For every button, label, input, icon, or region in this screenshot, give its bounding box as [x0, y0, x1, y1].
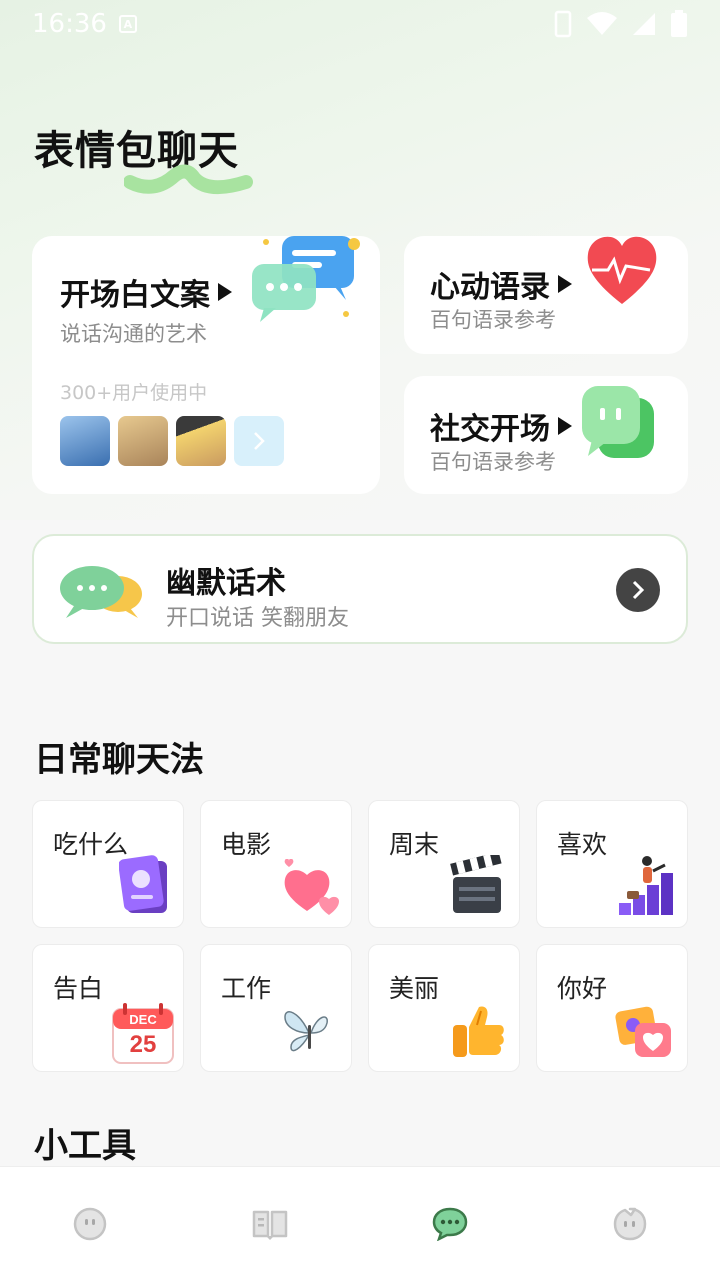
signal-icon — [633, 13, 655, 35]
tile-label: 美丽 — [389, 974, 440, 1003]
title-swoosh-decoration — [124, 164, 253, 195]
bottom-navigation — [0, 1166, 720, 1280]
play-arrow-icon — [558, 417, 572, 435]
menu-book-icon — [119, 855, 167, 913]
tile-beautiful[interactable]: 美丽 — [368, 944, 520, 1072]
clapperboard-icon — [450, 855, 502, 913]
tile-label: 告白 — [53, 974, 104, 1003]
users-count: 300+用户使用中 — [60, 382, 208, 404]
tile-label: 工作 — [221, 974, 272, 1003]
tools-title: 小工具 — [34, 1126, 136, 1166]
tile-label: 喜欢 — [557, 830, 608, 859]
chat-icon — [432, 1207, 468, 1241]
face-icon — [73, 1207, 107, 1240]
chevron-right-icon — [254, 432, 265, 450]
more-users-button[interactable] — [234, 416, 284, 466]
growth-chart-icon — [619, 856, 673, 915]
social-opening-subtitle: 百句语录参考 — [430, 450, 556, 474]
speech-bubbles-icon — [60, 566, 142, 618]
humor-go-button[interactable] — [616, 568, 660, 612]
tile-eat[interactable]: 吃什么 — [32, 800, 184, 928]
calendar-icon: DEC 25 — [109, 1003, 177, 1065]
opening-lines-subtitle: 说话沟通的艺术 — [60, 322, 207, 346]
avatar — [118, 416, 168, 466]
status-time: 16:36 — [32, 9, 107, 39]
avatar — [60, 416, 110, 466]
nav-library[interactable] — [225, 1184, 315, 1264]
butterfly-icon — [284, 1011, 328, 1052]
wifi-icon — [587, 12, 617, 35]
tile-label: 电影 — [221, 830, 272, 859]
tile-label: 你好 — [557, 974, 608, 1003]
calendar-day: 25 — [129, 1031, 157, 1058]
daily-chat-title: 日常聊天法 — [34, 740, 204, 780]
heartbeat-quotes-subtitle: 百句语录参考 — [430, 308, 556, 332]
photo-heart-icon — [615, 1006, 671, 1057]
play-arrow-icon — [218, 283, 232, 301]
nav-chat[interactable] — [405, 1184, 495, 1264]
thumbs-up-icon — [453, 1006, 504, 1057]
tile-weekend[interactable]: 周末 — [368, 800, 520, 928]
tile-movie[interactable]: 电影 — [200, 800, 352, 928]
phone-icon — [554, 10, 572, 38]
tile-like[interactable]: 喜欢 — [536, 800, 688, 928]
play-arrow-icon — [558, 275, 572, 293]
nav-emoji[interactable] — [45, 1184, 135, 1264]
user-avatars — [60, 416, 284, 466]
calendar-month: DEC — [129, 1012, 157, 1027]
nav-profile[interactable] — [585, 1184, 675, 1264]
tile-hello[interactable]: 你好 — [536, 944, 688, 1072]
battery-icon — [671, 10, 687, 37]
social-opening-title: 社交开场 — [430, 412, 550, 447]
tile-confess[interactable]: 告白 DEC 25 — [32, 944, 184, 1072]
book-icon — [252, 1210, 288, 1240]
heartbeat-quotes-title: 心动语录 — [430, 270, 550, 305]
chat-bubbles-icon — [252, 236, 360, 322]
humor-talk-card[interactable]: 幽默话术 开口说话 笑翻朋友 — [32, 534, 688, 644]
chevron-right-icon — [632, 580, 645, 600]
status-bar: 16:36 A — [0, 0, 720, 48]
hearts-icon — [284, 859, 339, 915]
opening-lines-title: 开场白文案 — [60, 278, 210, 313]
profile-icon — [613, 1207, 647, 1240]
a-badge-icon: A — [118, 15, 137, 33]
tile-work[interactable]: 工作 — [200, 944, 352, 1072]
heart-icon — [587, 236, 657, 304]
message-icon — [582, 386, 654, 458]
humor-talk-subtitle: 开口说话 笑翻朋友 — [166, 606, 349, 631]
tile-label: 周末 — [389, 830, 440, 859]
humor-talk-title: 幽默话术 — [166, 566, 286, 601]
tile-label: 吃什么 — [53, 830, 129, 859]
avatar — [176, 416, 226, 466]
